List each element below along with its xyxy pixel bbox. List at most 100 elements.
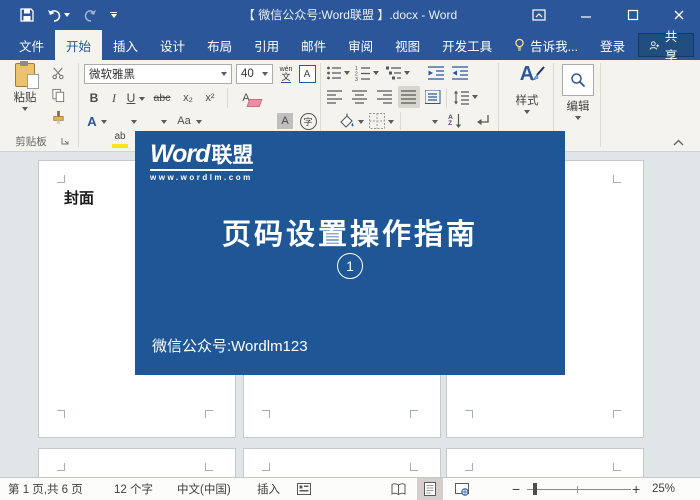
line-spacing-button[interactable] [452, 88, 470, 106]
insert-mode-indicator[interactable]: 插入 [257, 478, 280, 500]
subscript-button[interactable]: x₂ [179, 89, 197, 107]
tab-mailings[interactable]: 邮件 [290, 30, 337, 60]
sign-in-button[interactable]: 登录 [589, 30, 636, 60]
minimize-button[interactable] [575, 0, 597, 30]
zoom-out-button[interactable]: − [512, 478, 520, 500]
read-mode-button[interactable] [385, 478, 411, 500]
increase-indent-button[interactable] [450, 64, 470, 82]
minimize-icon [581, 16, 591, 18]
tell-me-box[interactable]: 告诉我... [503, 30, 589, 60]
align-right-button[interactable] [376, 88, 394, 106]
change-case-button[interactable]: Aa [174, 112, 194, 130]
styles-label: 样式 [515, 95, 539, 107]
tab-insert[interactable]: 插入 [102, 30, 149, 60]
clipboard-dialog-launcher[interactable] [60, 136, 70, 146]
text-highlight-button[interactable]: ab [111, 129, 129, 148]
language-indicator[interactable]: 中文(中国) [177, 478, 231, 500]
margin-mark [262, 463, 270, 471]
styles-caret[interactable] [524, 110, 530, 114]
align-left-button[interactable] [326, 88, 344, 106]
cover-image[interactable]: Word 联盟 www.wordlm.com 页码设置操作指南 1 微信公众号:… [135, 131, 565, 375]
share-button[interactable]: 共享 [638, 30, 694, 63]
page-indicator[interactable]: 第 1 页,共 6 页 [8, 478, 83, 500]
shading-button[interactable] [338, 112, 356, 130]
page-6[interactable] [446, 448, 644, 477]
paste-icon [15, 61, 39, 89]
zoom-level[interactable]: 25% [652, 478, 675, 500]
highlight-glyph: ab [114, 131, 126, 142]
phonetic-guide-button[interactable]: wén 文 [277, 63, 295, 85]
cut-button[interactable] [48, 64, 68, 82]
bold-button[interactable]: B [86, 89, 102, 107]
character-border-button[interactable]: A [298, 64, 316, 84]
italic-button[interactable]: I [107, 89, 121, 107]
paste-dropdown-caret[interactable] [22, 107, 28, 111]
zoom-in-button[interactable]: + [632, 478, 640, 500]
justify-button[interactable] [398, 86, 420, 108]
collapse-ribbon-button[interactable] [670, 136, 686, 148]
superscript-button[interactable]: x² [201, 89, 219, 107]
enclose-characters-button[interactable]: 字 [299, 112, 317, 130]
sort-button[interactable]: A Z [444, 112, 466, 130]
underline-dropdown-caret[interactable] [138, 95, 146, 103]
bullets-button[interactable] [325, 64, 343, 82]
editing-caret[interactable] [575, 116, 581, 120]
print-layout-button[interactable] [417, 478, 443, 500]
tab-developer[interactable]: 开发工具 [431, 30, 503, 60]
numbering-caret[interactable] [372, 69, 380, 77]
tab-review[interactable]: 审阅 [337, 30, 384, 60]
text-effects-caret[interactable] [100, 118, 108, 126]
ribbon-display-options-button[interactable] [528, 0, 550, 30]
phonetic-han: 文 [281, 71, 291, 83]
change-case-caret[interactable] [195, 118, 203, 126]
paste-button[interactable]: 粘贴 [6, 61, 44, 111]
person-icon [649, 40, 660, 50]
tab-layout[interactable]: 布局 [196, 30, 243, 60]
styles-button[interactable]: A 样式 [504, 64, 550, 114]
decrease-indent-button[interactable] [426, 64, 446, 82]
zoom-slider-handle[interactable] [533, 483, 537, 495]
format-painter-button[interactable] [48, 108, 68, 126]
bullets-caret[interactable] [343, 69, 351, 77]
multilevel-list-caret[interactable] [403, 69, 411, 77]
shading-caret[interactable] [357, 118, 365, 126]
show-formatting-marks-button[interactable] [474, 112, 492, 130]
distribute-button[interactable] [424, 88, 442, 106]
font-size-combobox[interactable]: 40 [236, 64, 273, 84]
font-color-caret[interactable] [160, 118, 168, 126]
underline-button[interactable]: U [124, 89, 138, 107]
borders-caret[interactable] [387, 118, 395, 126]
character-scaling-caret[interactable] [431, 118, 439, 126]
page-4[interactable] [38, 448, 236, 477]
copy-button[interactable] [48, 86, 68, 104]
web-layout-button[interactable] [449, 478, 475, 500]
font-name-combobox[interactable]: 微软雅黑 [84, 64, 232, 84]
show-marks-icon [476, 115, 489, 125]
tab-design[interactable]: 设计 [149, 30, 196, 60]
word-application-window: 【 微信公众号:Word联盟 】.docx - Word 文件 开始 插入 设计… [0, 0, 700, 500]
maximize-button[interactable] [622, 0, 644, 30]
borders-button[interactable] [368, 112, 386, 130]
tab-home[interactable]: 开始 [55, 30, 103, 60]
character-shading-button[interactable]: A [276, 112, 294, 130]
tab-view[interactable]: 视图 [384, 30, 431, 60]
page-5[interactable] [243, 448, 441, 477]
clear-formatting-button[interactable]: A [235, 89, 263, 107]
numbering-button[interactable]: 123 [354, 64, 372, 82]
strikethrough-button[interactable]: abc [150, 89, 174, 107]
tab-file[interactable]: 文件 [8, 30, 55, 60]
editing-button[interactable]: 编辑 [560, 64, 596, 120]
align-center-button[interactable] [351, 88, 369, 106]
zoom-slider-track[interactable] [527, 489, 631, 490]
macro-record-button[interactable] [297, 478, 311, 500]
text-effects-button[interactable]: A [84, 112, 100, 130]
multilevel-list-button[interactable] [385, 64, 403, 82]
font-size-caret[interactable] [262, 72, 268, 76]
highlight-caret[interactable] [130, 118, 138, 126]
line-spacing-caret[interactable] [471, 93, 479, 101]
font-name-caret[interactable] [221, 72, 227, 76]
word-count[interactable]: 12 个字 [114, 478, 153, 500]
character-border-icon: A [298, 65, 316, 83]
tab-references[interactable]: 引用 [243, 30, 290, 60]
sort-arrow [455, 114, 462, 128]
